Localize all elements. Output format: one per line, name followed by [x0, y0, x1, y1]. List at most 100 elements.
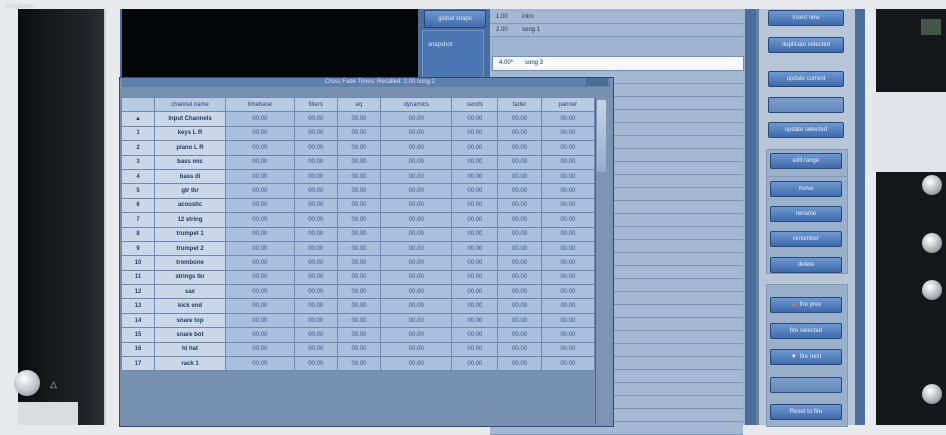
- crossfade-time-cell[interactable]: 00.00: [336, 125, 382, 142]
- crossfade-time-cell[interactable]: 00.00: [540, 269, 596, 286]
- table-row[interactable]: 10 trombone 00.00 00.00 00.00 00.00 00.00 00.00…: [121, 255, 596, 271]
- crossfade-time-cell[interactable]: 00.00: [225, 154, 295, 170]
- crossfade-time-cell[interactable]: 00.00: [380, 183, 453, 199]
- table-row[interactable]: 3 bass mic 00.00 00.00 00.00 00.00 00.00 00.00 0…: [121, 154, 596, 170]
- channel-name[interactable]: bass di: [154, 168, 226, 185]
- renumber-button[interactable]: renumber: [770, 231, 842, 247]
- crossfade-time-cell[interactable]: 00.00: [336, 312, 382, 329]
- crossfade-time-cell[interactable]: 00.00: [497, 269, 542, 286]
- crossfade-time-cell[interactable]: 00.00: [451, 168, 499, 185]
- crossfade-time-cell[interactable]: 00.00: [380, 197, 453, 214]
- crossfade-time-cell[interactable]: 00.00: [540, 284, 596, 300]
- crossfade-time-cell[interactable]: 00.00: [380, 154, 453, 170]
- crossfade-time-cell[interactable]: 00.00: [497, 125, 542, 142]
- crossfade-time-cell[interactable]: 00.00: [225, 341, 295, 358]
- channel-name[interactable]: snare bot: [154, 327, 226, 343]
- table-row[interactable]: 11 strings tkr 00.00 00.00 00.00 00.00 00.00 00…: [121, 269, 596, 286]
- crossfade-time-cell[interactable]: 00.00: [497, 284, 542, 300]
- crossfade-time-cell[interactable]: 00.00: [451, 212, 499, 228]
- column-header[interactable]: fader: [497, 96, 542, 113]
- crossfade-time-cell[interactable]: 00.00: [225, 327, 295, 343]
- column-header[interactable]: filters: [293, 96, 338, 113]
- crossfade-time-cell[interactable]: 00.00: [451, 125, 499, 142]
- crossfade-time-cell[interactable]: 00.00: [225, 168, 295, 185]
- table-row[interactable]: 2 piano L R 00.00 00.00 00.00 00.00 00.00 00.00…: [121, 140, 596, 156]
- crossfade-time-cell[interactable]: 00.00: [451, 284, 499, 300]
- hardware-knob[interactable]: [922, 384, 942, 404]
- crossfade-time-cell[interactable]: 00.00: [225, 269, 295, 286]
- update-current-button[interactable]: update current: [768, 71, 844, 87]
- crossfade-time-cell[interactable]: 00.00: [380, 111, 453, 127]
- insert-new-button[interactable]: insert new: [768, 10, 844, 26]
- crossfade-time-cell[interactable]: 00.00: [336, 240, 382, 257]
- close-button[interactable]: [586, 78, 608, 86]
- table-row[interactable]: 6 acoustic 00.00 00.00 00.00 00.00 00.00 00.00 0…: [121, 197, 596, 214]
- table-row[interactable]: ▲ Input Channels 00.00 00.00 00.00 00.00 00.00…: [121, 111, 596, 127]
- channel-name[interactable]: kick end: [154, 298, 226, 314]
- crossfade-time-cell[interactable]: 00.00: [451, 183, 499, 199]
- crossfade-time-cell[interactable]: 00.00: [336, 255, 382, 271]
- channel-name[interactable]: bass mic: [154, 154, 226, 170]
- table-row[interactable]: 4 bass di 00.00 00.00 00.00 00.00 00.00 00.00 00…: [121, 168, 596, 185]
- crossfade-time-cell[interactable]: 00.00: [497, 197, 542, 214]
- crossfade-time-cell[interactable]: 00.00: [225, 312, 295, 329]
- crossfade-time-cell[interactable]: 00.00: [540, 125, 596, 142]
- table-row[interactable]: 13 kick end 00.00 00.00 00.00 00.00 00.00 00.00…: [121, 298, 596, 314]
- crossfade-time-cell[interactable]: 00.00: [293, 284, 338, 300]
- delete-button[interactable]: delete: [770, 257, 842, 273]
- crossfade-time-cell[interactable]: 00.00: [540, 154, 596, 170]
- crossfade-time-cell[interactable]: 00.00: [336, 269, 382, 286]
- crossfade-time-cell[interactable]: 00.00: [540, 226, 596, 242]
- table-row[interactable]: 16 hi hat 00.00 00.00 00.00 00.00 00.00 00.00 00…: [121, 341, 596, 358]
- crossfade-time-cell[interactable]: 00.00: [225, 255, 295, 271]
- crossfade-time-cell[interactable]: 00.00: [540, 140, 596, 156]
- crossfade-time-cell[interactable]: 00.00: [293, 341, 338, 358]
- column-header[interactable]: eq: [336, 96, 382, 113]
- crossfade-time-cell[interactable]: 00.00: [497, 298, 542, 314]
- crossfade-time-cell[interactable]: 00.00: [225, 284, 295, 300]
- update-selected-button[interactable]: update selected: [768, 122, 844, 138]
- hardware-knob[interactable]: [922, 175, 942, 195]
- hardware-knob[interactable]: [14, 370, 40, 396]
- crossfade-time-cell[interactable]: 00.00: [451, 226, 499, 242]
- crossfade-time-cell[interactable]: 00.00: [225, 197, 295, 214]
- crossfade-time-cell[interactable]: 00.00: [336, 341, 382, 358]
- crossfade-time-cell[interactable]: 00.00: [293, 356, 338, 372]
- column-header[interactable]: dynamics: [380, 96, 453, 113]
- crossfade-time-cell[interactable]: 00.00: [540, 327, 596, 343]
- crossfade-time-cell[interactable]: 00.00: [293, 111, 338, 127]
- crossfade-time-cell[interactable]: 00.00: [293, 269, 338, 286]
- channel-name[interactable]: Input Channels: [154, 111, 226, 127]
- crossfade-time-cell[interactable]: 00.00: [225, 240, 295, 257]
- crossfade-time-cell[interactable]: 00.00: [540, 240, 596, 257]
- crossfade-time-cell[interactable]: 00.00: [336, 356, 382, 372]
- crossfade-time-cell[interactable]: 00.00: [497, 356, 542, 372]
- crossfade-time-cell[interactable]: 00.00: [336, 298, 382, 314]
- crossfade-time-cell[interactable]: 00.00: [451, 327, 499, 343]
- table-row[interactable]: 17 rack 1 00.00 00.00 00.00 00.00 00.00 00.00 00…: [121, 356, 596, 372]
- crossfade-time-cell[interactable]: 00.00: [540, 183, 596, 199]
- channel-name[interactable]: trombone: [154, 255, 226, 271]
- crossfade-time-cell[interactable]: 00.00: [451, 140, 499, 156]
- crossfade-time-cell[interactable]: 00.00: [380, 284, 453, 300]
- hardware-knob[interactable]: [922, 233, 942, 253]
- crossfade-time-cell[interactable]: 00.00: [293, 197, 338, 214]
- crossfade-time-cell[interactable]: 00.00: [293, 125, 338, 142]
- channel-name[interactable]: hi hat: [154, 341, 226, 358]
- hardware-knob[interactable]: [922, 280, 942, 300]
- crossfade-time-cell[interactable]: 00.00: [540, 341, 596, 358]
- crossfade-time-cell[interactable]: 00.00: [540, 356, 596, 372]
- scrollbar-thumb[interactable]: [597, 100, 606, 172]
- crossfade-time-cell[interactable]: 00.00: [225, 298, 295, 314]
- crossfade-time-cell[interactable]: 00.00: [336, 197, 382, 214]
- crossfade-time-cell[interactable]: 00.00: [293, 255, 338, 271]
- crossfade-time-cell[interactable]: 00.00: [336, 183, 382, 199]
- table-row[interactable]: 12 sax 00.00 00.00 00.00 00.00 00.00 00.00 00.00: [121, 284, 596, 300]
- crossfade-time-cell[interactable]: 00.00: [380, 125, 453, 142]
- crossfade-time-cell[interactable]: 00.00: [497, 240, 542, 257]
- crossfade-time-cell[interactable]: 00.00: [293, 140, 338, 156]
- duplicate-selected-button[interactable]: duplicate selected: [768, 37, 844, 53]
- crossfade-time-cell[interactable]: 00.00: [540, 168, 596, 185]
- crossfade-time-cell[interactable]: 00.00: [497, 341, 542, 358]
- crossfade-time-cell[interactable]: 00.00: [451, 197, 499, 214]
